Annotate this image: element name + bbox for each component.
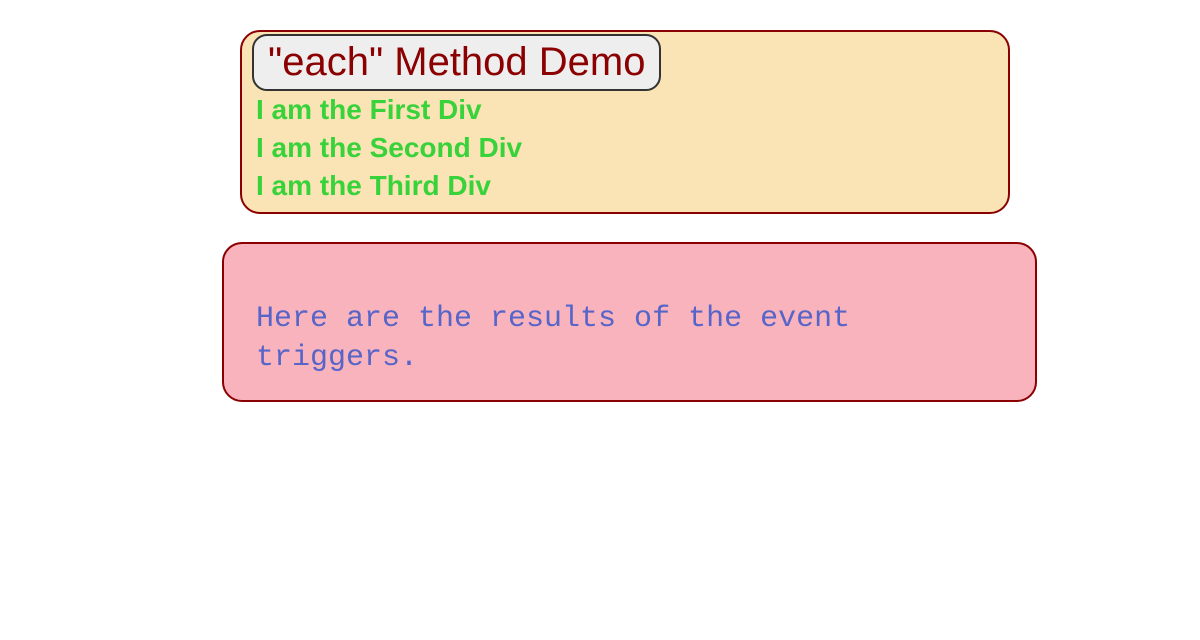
page-container: "each" Method Demo I am the First Div I … [240,30,1010,402]
demo-div-2[interactable]: I am the Second Div [256,129,1008,167]
page-title: "each" Method Demo [252,34,661,91]
results-box: Results Here are the results of the even… [222,242,1037,402]
demo-box: "each" Method Demo I am the First Div I … [240,30,1010,214]
demo-div-3[interactable]: I am the Third Div [256,167,1008,205]
demo-div-1[interactable]: I am the First Div [256,91,1008,129]
results-text: Here are the results of the event trigge… [256,300,1017,378]
